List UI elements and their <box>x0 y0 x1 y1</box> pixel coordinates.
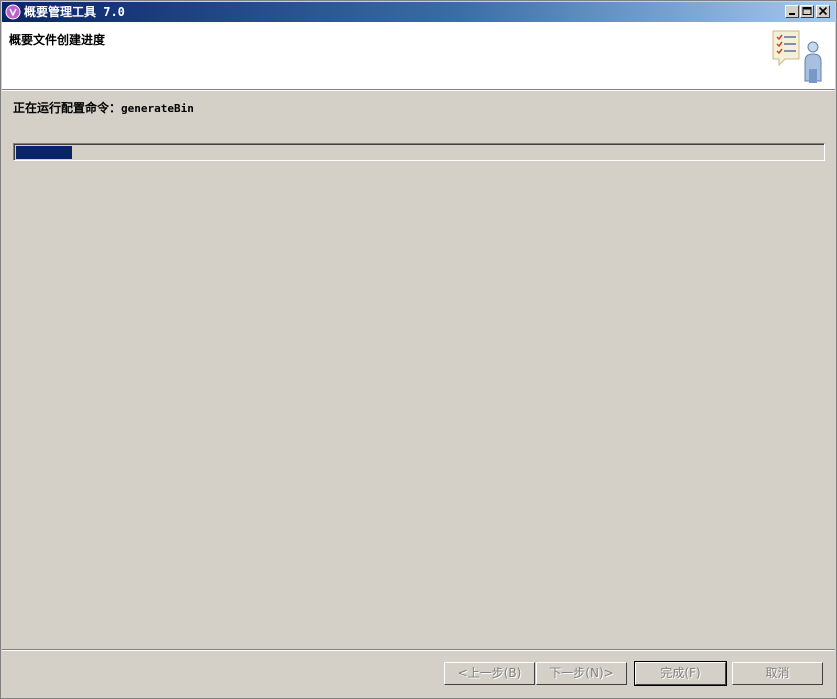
footer-divider-highlight <box>2 650 835 651</box>
status-command: generateBin <box>121 102 194 115</box>
window-title: 概要管理工具 7.0 <box>24 5 125 19</box>
cancel-button[interactable]: 取消 <box>732 662 823 685</box>
status-label: 正在运行配置命令： <box>13 101 122 115</box>
finish-button[interactable]: 完成(F) <box>634 661 727 686</box>
progress-bar-well <box>14 144 824 160</box>
maximize-button[interactable] <box>800 5 814 18</box>
app-icon <box>5 4 21 20</box>
progress-bar-fill <box>16 146 72 159</box>
maximize-icon <box>802 7 812 15</box>
next-button[interactable]: 下一步(N)> <box>536 662 627 685</box>
page-title: 概要文件创建进度 <box>9 33 106 47</box>
close-button[interactable] <box>816 5 830 18</box>
progress-bar <box>13 143 825 161</box>
title-bar[interactable]: 概要管理工具 7.0 <box>2 2 835 22</box>
minimize-button[interactable] <box>785 5 799 18</box>
back-button[interactable]: <上一步(B) <box>444 662 535 685</box>
header-divider <box>2 90 835 91</box>
profile-wizard-window: 概要管理工具 7.0 概要文件创建进度 正在运行配置命令：generateBin… <box>0 0 837 699</box>
status-line: 正在运行配置命令：generateBin <box>13 99 194 116</box>
minimize-icon <box>789 13 795 15</box>
wizard-checklist-person-icon <box>769 25 829 87</box>
wizard-header: 概要文件创建进度 <box>2 22 835 90</box>
close-icon <box>818 7 828 16</box>
